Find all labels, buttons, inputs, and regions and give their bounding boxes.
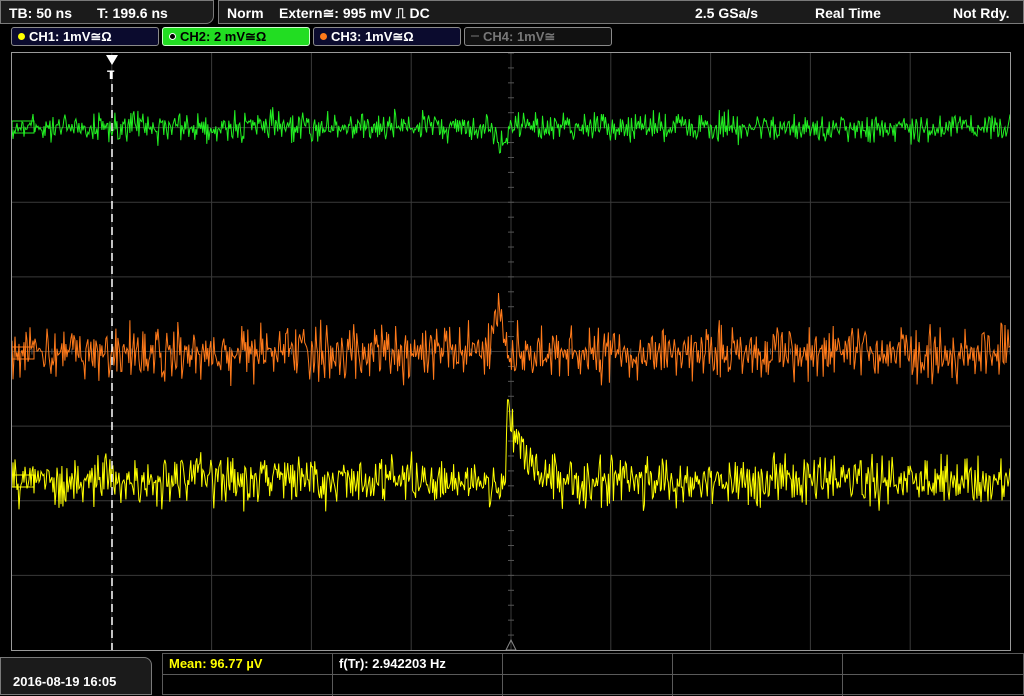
channel-2-label: CH2: 2 mV≅Ω	[180, 29, 267, 44]
measurement-table[interactable]: Mean: 96.77 µV f(Tr): 2.942203 Hz	[162, 653, 1024, 696]
channel-1-color-icon	[18, 33, 25, 40]
run-state: Not Rdy.	[953, 5, 1010, 21]
channel-1-label: CH1: 1mV≅Ω	[29, 29, 112, 44]
measurement-slot-5[interactable]	[843, 654, 1023, 675]
date-time: 2016-08-19 16:05	[13, 674, 117, 689]
timebase-panel[interactable]: TB: 50 ns T: 199.6 ns	[0, 0, 214, 24]
measurement-slot-7[interactable]	[333, 675, 503, 696]
trigger-mode: Norm	[227, 5, 264, 21]
measurement-slot-9[interactable]	[673, 675, 843, 696]
channel-3-color-icon	[320, 33, 327, 40]
acquisition-panel[interactable]: Norm Extern≅: 995 mV ⎍ DC 2.5 GSa/s Real…	[218, 0, 1024, 24]
channel-4-color-icon	[471, 35, 479, 37]
measurement-slot-8[interactable]	[503, 675, 673, 696]
channel-3-button[interactable]: CH3: 1mV≅Ω	[313, 27, 461, 46]
sample-rate: 2.5 GSa/s	[695, 5, 759, 21]
timebase-value: TB: 50 ns	[9, 5, 73, 21]
measurement-slot-6[interactable]	[163, 675, 333, 696]
channel-2-button[interactable]: CH2: 2 mV≅Ω	[162, 27, 310, 46]
waveform-display[interactable]: T	[11, 52, 1011, 651]
mean-measurement[interactable]: Mean: 96.77 µV	[163, 654, 333, 675]
measurement-slot-4[interactable]	[673, 654, 843, 675]
frequency-measurement[interactable]: f(Tr): 2.942203 Hz	[333, 654, 503, 675]
date-time-display: 2016-08-19 16:05	[0, 657, 152, 695]
channel-2-color-icon	[169, 33, 176, 40]
channel-1-button[interactable]: CH1: 1mV≅Ω	[11, 27, 159, 46]
trigger-label: T	[107, 68, 115, 82]
status-bar: TB: 50 ns T: 199.6 ns Norm Extern≅: 995 …	[0, 0, 1024, 26]
trigger-time-value: T: 199.6 ns	[97, 5, 168, 21]
channel-bar: CH1: 1mV≅Ω CH2: 2 mV≅Ω CH3: 1mV≅Ω CH4: 1…	[0, 26, 1024, 48]
trigger-position-marker-icon	[106, 55, 118, 65]
trigger-source: Extern≅: 995 mV ⎍ DC	[279, 5, 430, 21]
acquisition-mode: Real Time	[815, 5, 881, 21]
channel-4-label: CH4: 1mV≅	[483, 29, 556, 44]
channel-3-label: CH3: 1mV≅Ω	[331, 29, 414, 44]
measurement-slot-3[interactable]	[503, 654, 673, 675]
measurement-bar: 2016-08-19 16:05 Mean: 96.77 µV f(Tr): 2…	[0, 653, 1024, 696]
channel-4-button[interactable]: CH4: 1mV≅	[464, 27, 612, 46]
measurement-slot-10[interactable]	[843, 675, 1023, 696]
waveform-canvas[interactable]: T	[12, 53, 1010, 650]
